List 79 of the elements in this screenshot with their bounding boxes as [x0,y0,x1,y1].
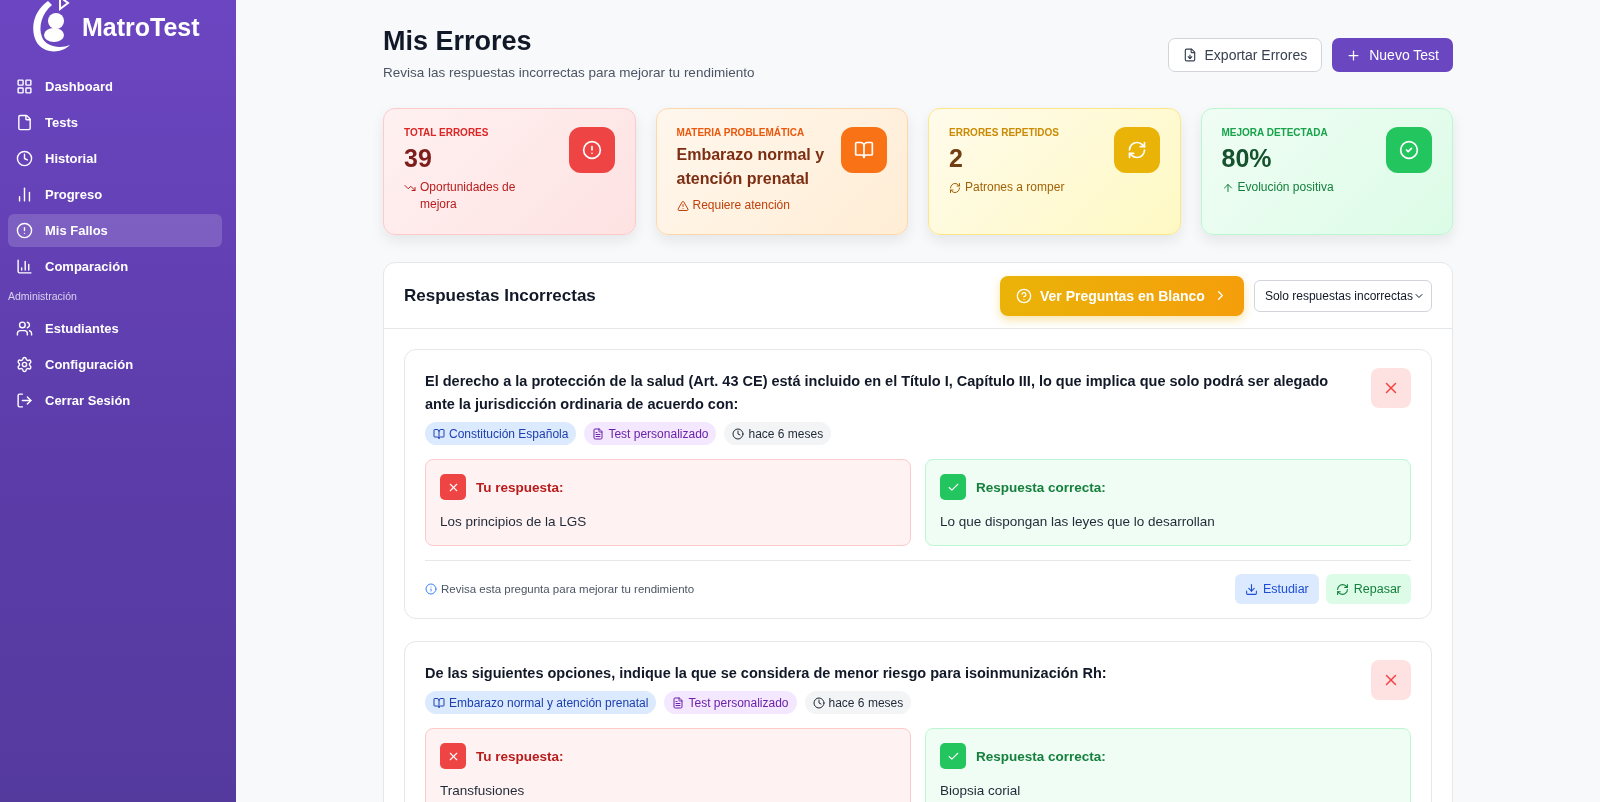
document-icon [16,113,33,131]
filter-select[interactable]: Solo respuestas incorrectas [1253,279,1432,312]
tag-label: hace 6 meses [748,426,824,441]
answer-label: Tu respuesta: [476,748,564,764]
nav-item[interactable]: Dashboard [8,69,222,103]
book-icon [433,427,445,440]
clock-icon [732,427,745,440]
chart-icon [16,257,33,275]
help-icon [1015,287,1032,304]
hint-text: Revisa esta pregunta para mejorar tu rendimiento [441,583,695,595]
stat-label: ERRORES REPETIDOS [949,127,1061,138]
nav-item[interactable]: Configuración [8,347,222,381]
stat-note: Requiere atención [692,197,790,214]
stat-note: Evolución positiva [1237,179,1334,196]
refresh-icon [949,182,961,194]
stat-label: TOTAL ERRORES [404,127,490,138]
answer-text: Lo que dispongan las leyes que lo desarrollan [940,514,1216,529]
warning-icon [676,200,689,212]
answer-text: Transfusiones [440,783,526,798]
document-icon [592,427,605,440]
page-subtitle: Revisa las respuestas incorrectas para mejorar tu rendimiento [383,65,755,80]
nav-item[interactable]: Tests [8,105,222,139]
nav-item[interactable]: Historial [8,141,222,175]
plus-icon [1346,47,1362,63]
study-button[interactable]: Estudiar [1234,574,1319,604]
answer-text: Biopsia corial [940,783,1022,798]
clock-icon [812,696,825,709]
book-glyph-icon [854,140,874,160]
page-title: Mis Errores [383,26,533,57]
tag-label: Constitución Española [449,426,569,441]
review-button[interactable]: Repasar [1325,574,1411,604]
refresh-icon [1335,582,1349,596]
nav-item[interactable]: Estudiantes [8,311,222,345]
tag-label: Embarazo normal y atención prenatal [449,695,649,710]
stat-value: 39 [404,143,433,173]
tag-label: Test personalizado [688,695,789,710]
check-circle-glyph-icon [1399,140,1419,160]
trend-down-icon [404,182,416,194]
stat-value: 2 [949,143,964,173]
answer-label: Tu respuesta: [476,479,564,495]
nav-item[interactable]: Cerrar Sesión [8,383,222,417]
info-icon [425,583,437,595]
stat-note: Patrones a romper [965,179,1065,196]
grid-icon [16,77,33,95]
new-test-button[interactable]: Nuevo Test [1332,38,1453,72]
nav-item[interactable]: Progreso [8,177,222,211]
answer-label: Respuesta correcta: [976,479,1106,495]
question-text: De las siguientes opciones, indique la que se considera de menor riesgo para isoinmunización Rh: [425,664,1107,683]
answer-label: Respuesta correcta: [976,748,1106,764]
stat-value: 80% [1221,143,1273,173]
nav-item[interactable]: Comparación [8,249,222,283]
stat-label: MEJORA DETECTADA [1221,127,1329,138]
logout-icon [16,391,33,409]
users-icon [16,319,33,337]
close-button[interactable] [1371,660,1411,700]
document-icon [672,696,685,709]
book-icon [433,696,445,709]
close-button[interactable] [1371,368,1411,408]
section-label: Administración [8,289,78,304]
stat-note: Oportunidades de mejora [420,179,517,213]
brand-name: MatroTest [82,12,200,42]
stat-value: Embarazo normal y atención prenatal [676,145,826,189]
bar-chart-icon [16,185,33,203]
settings-icon [16,355,33,373]
refresh-glyph-icon [1126,140,1147,160]
tag-label: hace 6 meses [828,695,904,710]
nav-item[interactable]: Mis Fallos [8,213,222,247]
download-icon [1244,582,1258,596]
panel-title: Respuestas Incorrectas [404,285,596,306]
alert-icon [16,221,33,239]
arrow-up-icon [1221,182,1234,194]
clock-icon [16,149,33,167]
answer-text: Los principios de la LGS [440,514,588,529]
stat-label: MATERIA PROBLEMÁTICA [676,127,806,138]
alert-glyph-icon [581,140,602,160]
tag-label: Test personalizado [608,426,709,441]
export-button[interactable]: Exportar Errores [1167,38,1323,72]
question-text: El derecho a la protección de la salud (Art. 43 CE) está incluido en el Título I, Capítulo III, lo que implica que solo podrá ser alegado ante la jurisdicción ordinaria de acuerdo con: [425,372,1330,414]
document-icon [1182,48,1197,62]
